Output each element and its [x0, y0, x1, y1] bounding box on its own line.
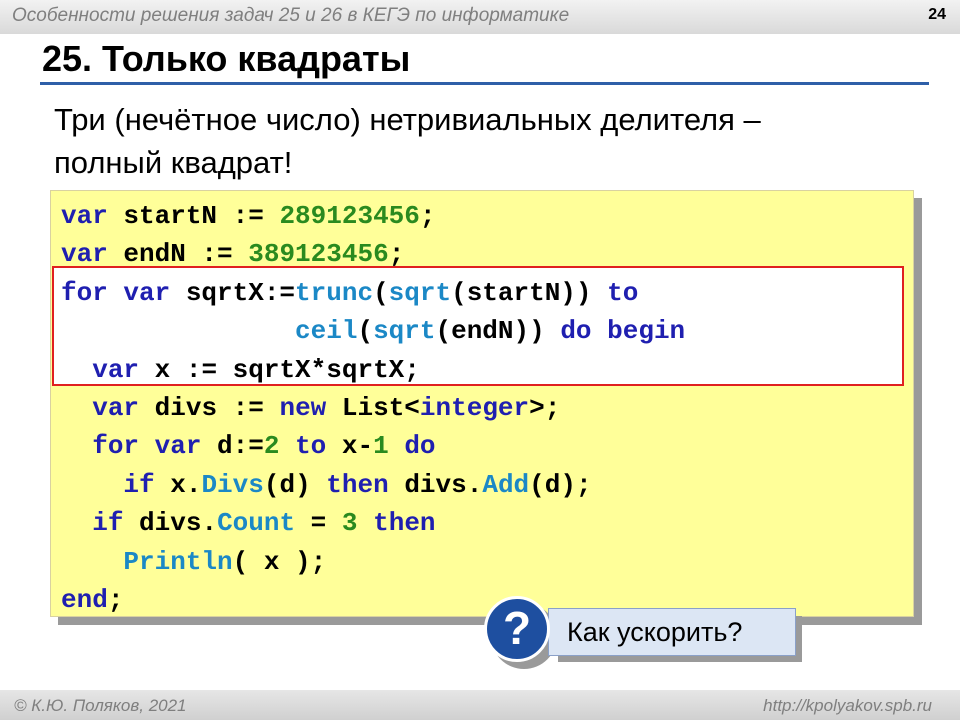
code-text: ;: [419, 201, 436, 231]
code-text: =: [295, 508, 342, 539]
code-number: 289123456: [279, 201, 420, 231]
code-text: divs.: [123, 508, 218, 539]
code-function: Println: [123, 546, 233, 577]
code-line-2: var endN := 389123456;: [61, 239, 404, 269]
code-function: sqrt: [388, 277, 452, 308]
code-line-11: end;: [61, 585, 123, 615]
slide-title: 25. Только квадраты: [42, 38, 411, 79]
code-number: 389123456: [248, 239, 389, 270]
code-line-10: Println( x );: [61, 547, 326, 577]
code-text: (d): [263, 469, 327, 500]
code-line-6: var divs := new List<integer>;: [61, 393, 560, 423]
author-credit: © К.Ю. Поляков, 2021: [14, 696, 187, 715]
code-line-3: for var sqrtX:=trunc(sqrt(startN)) to: [61, 278, 638, 308]
code-keyword: var: [61, 239, 108, 270]
code-line-8: if x.Divs(d) then divs.Add(d);: [61, 469, 592, 500]
code-keyword: integer: [419, 393, 530, 424]
code-line-1: var startN := 289123456;: [61, 201, 436, 231]
code-text: (: [373, 277, 389, 308]
code-keyword: for var: [61, 277, 171, 308]
code-text: ;: [107, 585, 124, 616]
code-line-4: ceil(sqrt(endN)) do begin: [61, 316, 685, 346]
code-text: x-: [326, 431, 374, 462]
code-keyword: var: [92, 393, 140, 424]
code-keyword: then: [373, 508, 436, 539]
speed-up-callout[interactable]: Как ускорить?: [548, 608, 796, 656]
code-number: 1: [373, 431, 389, 462]
code-keyword: do: [404, 431, 436, 462]
code-listing: var startN := 289123456; var endN := 389…: [61, 197, 685, 619]
code-text: endN :=: [107, 239, 249, 270]
code-text: ( x );: [232, 546, 327, 577]
subtitle-line-2: полный квадрат!: [54, 145, 293, 180]
code-keyword: then: [326, 469, 389, 500]
page-number: 24: [928, 6, 946, 23]
code-keyword: end: [61, 585, 108, 616]
code-number: 3: [341, 508, 358, 539]
code-text: divs :=: [139, 393, 280, 424]
code-text: d:=: [201, 431, 264, 462]
subtitle-line-1: Три (нечётное число) нетривиальных делит…: [54, 102, 761, 137]
code-keyword: new: [279, 393, 327, 424]
code-text: startN :=: [107, 201, 280, 231]
code-text: x.: [154, 469, 202, 500]
code-text: (: [357, 316, 374, 347]
code-line-7: for var d:=2 to x-1 do: [61, 431, 436, 462]
code-text: >;: [529, 393, 561, 424]
code-keyword: do begin: [560, 316, 686, 347]
code-keyword: var: [92, 354, 140, 385]
question-icon[interactable]: ?: [484, 596, 550, 662]
code-text: divs.: [388, 469, 483, 500]
code-keyword: var: [61, 201, 108, 231]
code-keyword: if: [92, 508, 124, 539]
code-function: trunc: [295, 277, 374, 308]
code-keyword: if: [123, 469, 155, 500]
code-line-5: var x := sqrtX*sqrtX;: [61, 355, 420, 385]
code-keyword: to: [295, 431, 327, 462]
code-text: ;: [388, 239, 405, 270]
website-link[interactable]: http://kpolyakov.spb.ru: [763, 696, 932, 716]
code-text: x := sqrtX*sqrtX;: [139, 354, 420, 385]
code-text: List<: [326, 393, 420, 424]
code-text: (d);: [529, 469, 592, 500]
code-function: Count: [217, 508, 296, 539]
code-line-9: if divs.Count = 3 then: [61, 508, 436, 539]
title-divider: [40, 82, 929, 85]
code-function: Divs: [201, 469, 264, 500]
slide-subtitle: Три (нечётное число) нетривиальных делит…: [54, 98, 761, 184]
code-keyword: for var: [92, 431, 202, 462]
code-text: (endN)): [435, 316, 561, 347]
code-text: (startN)): [451, 277, 608, 308]
code-function: sqrt: [373, 316, 436, 347]
presentation-header: Особенности решения задач 25 и 26 в КЕГЭ…: [12, 5, 570, 26]
code-text: sqrtX:=: [170, 277, 296, 308]
code-keyword: to: [607, 277, 639, 308]
code-function: Add: [482, 469, 530, 500]
code-function: ceil: [295, 316, 358, 347]
code-number: 2: [263, 431, 280, 462]
